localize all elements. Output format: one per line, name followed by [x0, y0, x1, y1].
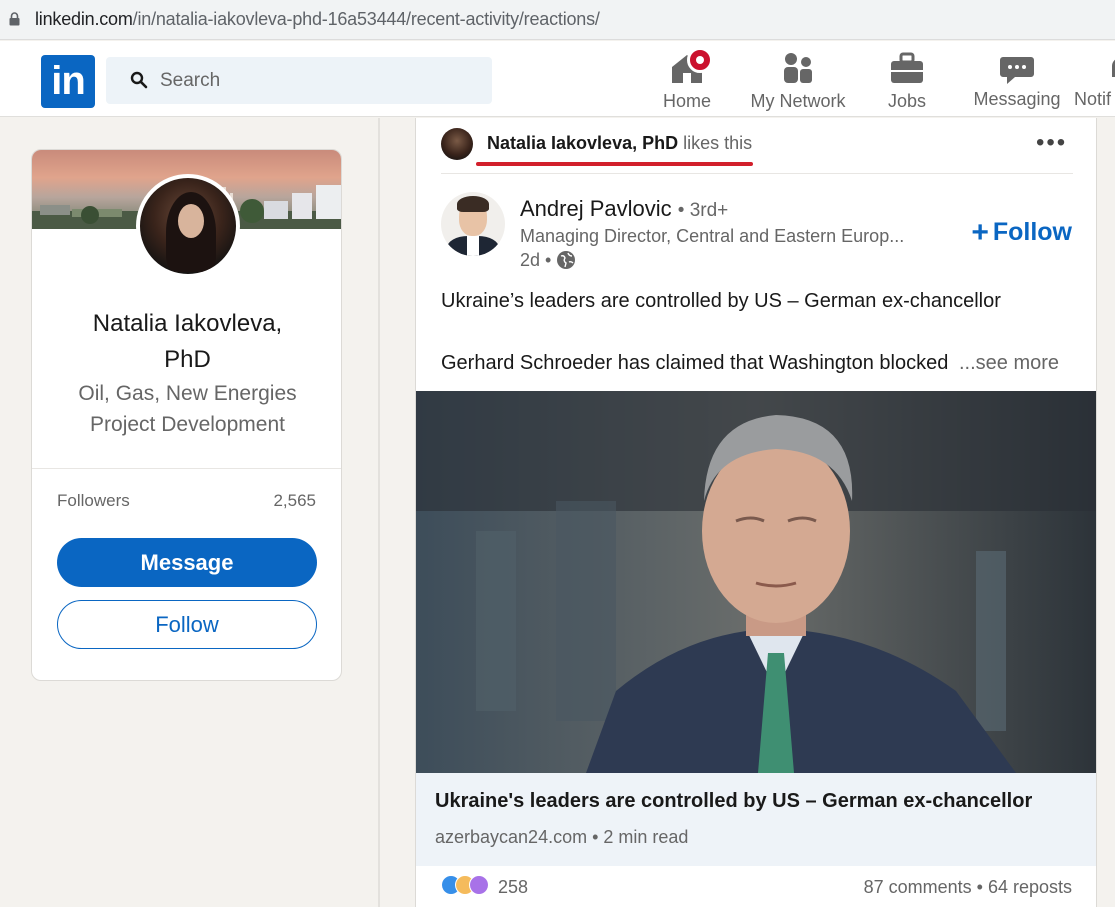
network-icon — [784, 53, 812, 83]
post-text-line2: Gerhard Schroeder has claimed that Washi… — [441, 352, 949, 374]
post-timestamp: 2d • — [520, 250, 576, 271]
article-meta: azerbaycan24.com • 2 min read — [435, 827, 689, 847]
article-image[interactable] — [416, 391, 1096, 773]
profile-headline-line2: Project Development — [90, 413, 285, 436]
column-divider — [378, 118, 380, 907]
avatar-face — [178, 204, 204, 238]
author-name-line: Andrej Pavlovic • 3rd+ — [520, 196, 728, 222]
liker-line: Natalia Iakovleva, PhD likes this — [487, 133, 752, 154]
message-button[interactable]: Message — [57, 538, 317, 587]
browser-address-bar[interactable]: linkedin.com/in/natalia-iakovleva-phd-16… — [0, 0, 1115, 40]
profile-headline-line1: Oil, Gas, New Energies — [78, 382, 297, 405]
nav-label-home: Home — [662, 91, 711, 111]
liker-action: likes this — [683, 133, 753, 153]
url-path: /in/natalia-iakovleva-phd-16a53444/recen… — [132, 9, 600, 29]
author-headline: Managing Director, Central and Eastern E… — [520, 226, 905, 246]
briefcase-icon — [891, 52, 923, 83]
nav-item-my-network[interactable]: My Network — [743, 47, 853, 115]
more-options-icon[interactable]: ••• — [1036, 131, 1070, 158]
follow-author-label: Follow — [992, 218, 1072, 246]
avatar-hair — [457, 196, 489, 212]
globe-icon — [557, 251, 576, 269]
profile-headline: Oil, Gas, New Energies Project Developme… — [52, 378, 323, 440]
nav-item-notifications[interactable]: Notif — [1074, 47, 1115, 115]
messaging-icon — [1000, 57, 1034, 84]
author-avatar[interactable] — [441, 192, 505, 256]
url-host: linkedin.com — [35, 9, 133, 29]
see-more-link[interactable]: ...see more — [956, 352, 1060, 375]
nav-label-notifications: Notif — [1074, 89, 1112, 109]
annotation-underline — [476, 162, 753, 166]
profile-name-line2: PhD — [164, 346, 211, 373]
post-text-line1: Ukraine’s leaders are controlled by US –… — [441, 290, 1001, 312]
liker-name[interactable]: Natalia Iakovleva, PhD — [487, 133, 678, 153]
author-name[interactable]: Andrej Pavlovic — [520, 196, 672, 221]
follow-author-button[interactable]: + Follow — [971, 216, 1072, 250]
divider — [441, 173, 1073, 174]
nav-label-jobs: Jobs — [887, 91, 927, 111]
url-text: linkedin.com/in/natalia-iakovleva-phd-16… — [35, 9, 600, 30]
feed-post: Natalia Iakovleva, PhD likes this ••• An… — [415, 118, 1097, 907]
profile-avatar[interactable] — [136, 174, 240, 278]
top-navigation: in Home My Network Jobs — [0, 41, 1115, 117]
nav-item-home[interactable]: Home — [653, 47, 721, 115]
article-link-preview[interactable]: Ukraine's leaders are controlled by US –… — [416, 773, 1096, 866]
profile-name: Natalia Iakovleva, PhD — [32, 306, 341, 378]
post-time-text: 2d • — [520, 250, 552, 270]
followers-count: 2,565 — [273, 491, 316, 510]
notification-badge — [687, 47, 713, 73]
linkedin-logo[interactable]: in — [41, 55, 95, 108]
nav-item-jobs[interactable]: Jobs — [876, 47, 938, 115]
profile-name-line1: Natalia Iakovleva, — [92, 310, 283, 337]
avatar-shirt — [467, 236, 479, 256]
nav-label-my-network: My Network — [750, 91, 846, 111]
search-input[interactable] — [160, 65, 480, 97]
comments-reposts-count[interactable]: 87 comments • 64 reposts — [864, 877, 1072, 898]
article-photo — [416, 391, 1096, 773]
curious-reaction-icon — [469, 875, 489, 895]
profile-card: Natalia Iakovleva, PhD Oil, Gas, New Ene… — [31, 149, 342, 681]
search-bar[interactable] — [106, 57, 492, 104]
follow-button[interactable]: Follow — [57, 600, 317, 649]
article-title: Ukraine's leaders are controlled by US –… — [435, 790, 1033, 812]
liker-avatar[interactable] — [441, 128, 473, 160]
nav-item-messaging[interactable]: Messaging — [968, 47, 1066, 115]
search-icon — [130, 71, 148, 89]
plus-icon: + — [971, 216, 989, 249]
followers-label: Followers — [57, 491, 130, 510]
reaction-count: 258 — [498, 877, 529, 897]
nav-label-messaging: Messaging — [973, 89, 1061, 109]
connection-degree: • 3rd+ — [677, 200, 729, 221]
divider — [32, 468, 341, 469]
lock-icon — [9, 12, 20, 26]
bell-icon — [1112, 59, 1115, 77]
